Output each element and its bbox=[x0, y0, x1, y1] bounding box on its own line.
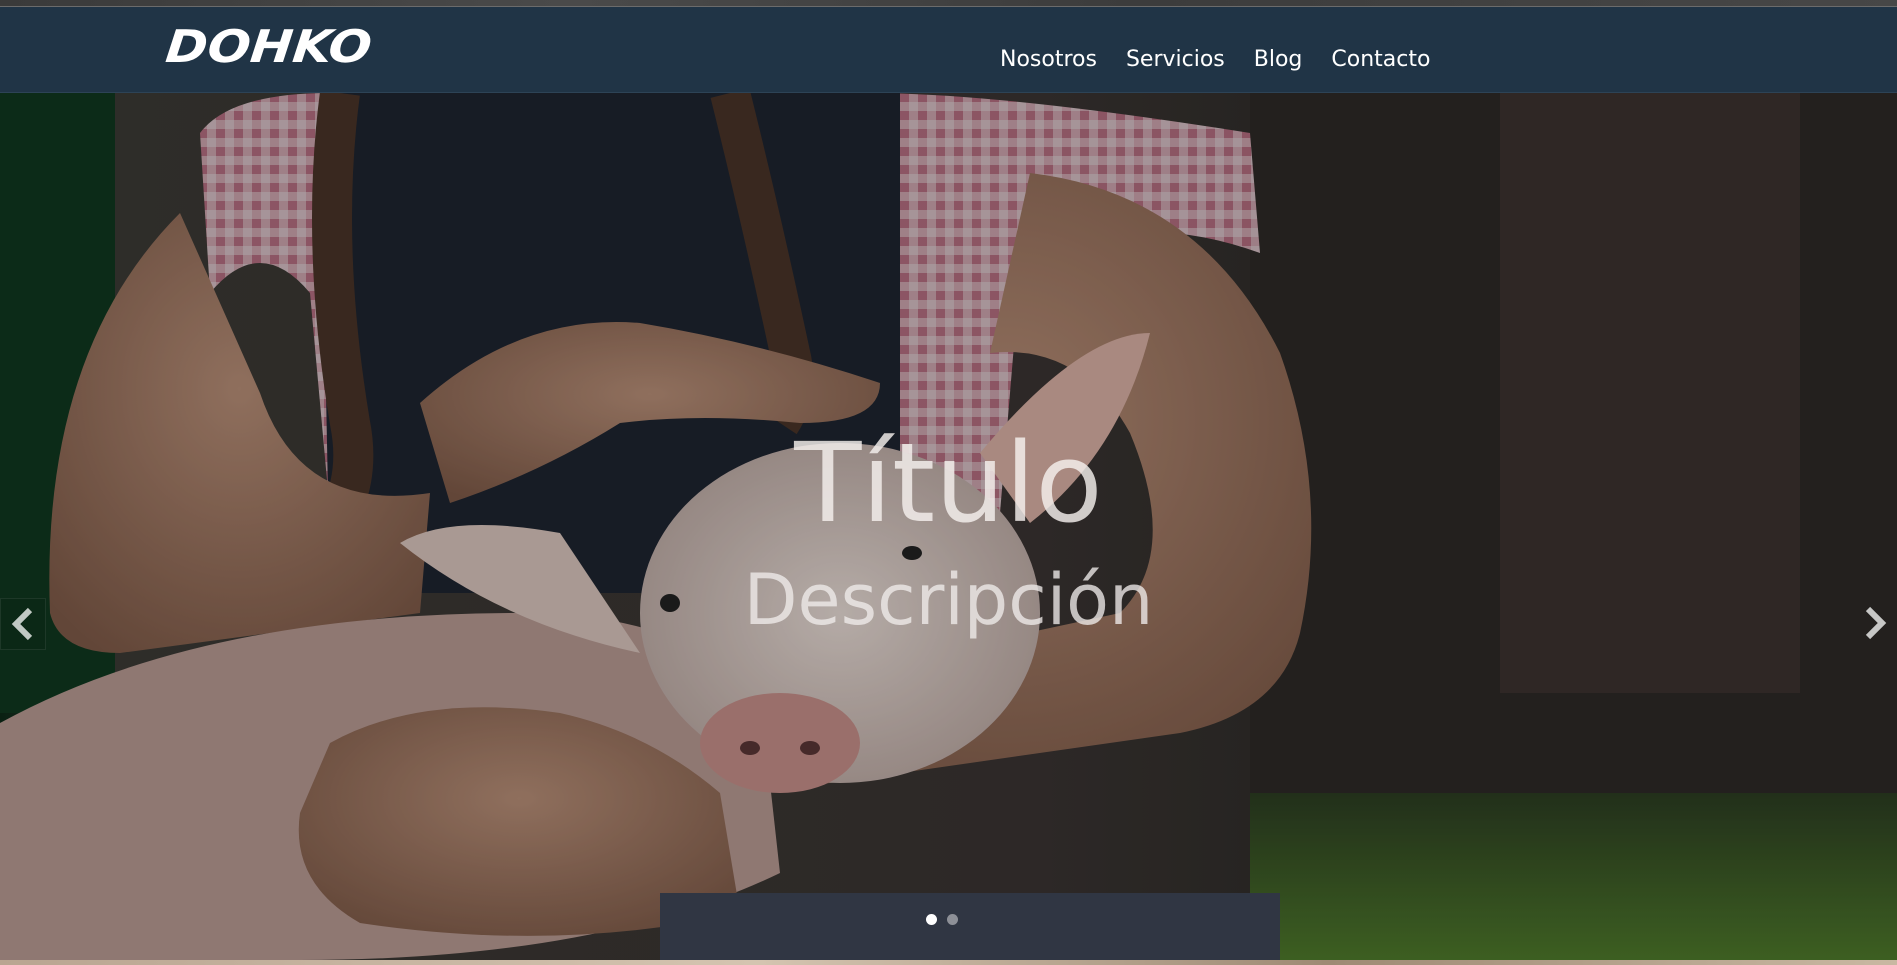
carousel-prev-button[interactable] bbox=[0, 598, 46, 650]
nav-link-servicios[interactable]: Servicios bbox=[1126, 47, 1225, 72]
brand-logo[interactable]: DOHKO bbox=[163, 20, 374, 73]
nav-link-blog[interactable]: Blog bbox=[1254, 47, 1303, 72]
browser-bookmarks-strip bbox=[0, 0, 1897, 7]
carousel-next-button[interactable] bbox=[1853, 598, 1897, 648]
carousel-indicator-1[interactable] bbox=[926, 914, 937, 925]
chevron-right-icon bbox=[1865, 606, 1887, 640]
hero-title: Título bbox=[794, 419, 1103, 547]
main-nav: Nosotros Servicios Blog Contacto bbox=[1000, 47, 1459, 72]
carousel-indicator-2[interactable] bbox=[947, 914, 958, 925]
navbar: DOHKO Nosotros Servicios Blog Contacto bbox=[0, 7, 1897, 93]
hero-description: Descripción bbox=[743, 559, 1154, 641]
logo-text: DOHKO bbox=[163, 19, 375, 73]
nav-link-nosotros[interactable]: Nosotros bbox=[1000, 47, 1097, 72]
chevron-left-icon bbox=[11, 607, 33, 641]
carousel-indicators bbox=[926, 914, 958, 925]
nav-link-contacto[interactable]: Contacto bbox=[1331, 47, 1430, 72]
hero-carousel: Título Descripción bbox=[0, 93, 1897, 960]
page-bottom-edge bbox=[0, 960, 1897, 965]
